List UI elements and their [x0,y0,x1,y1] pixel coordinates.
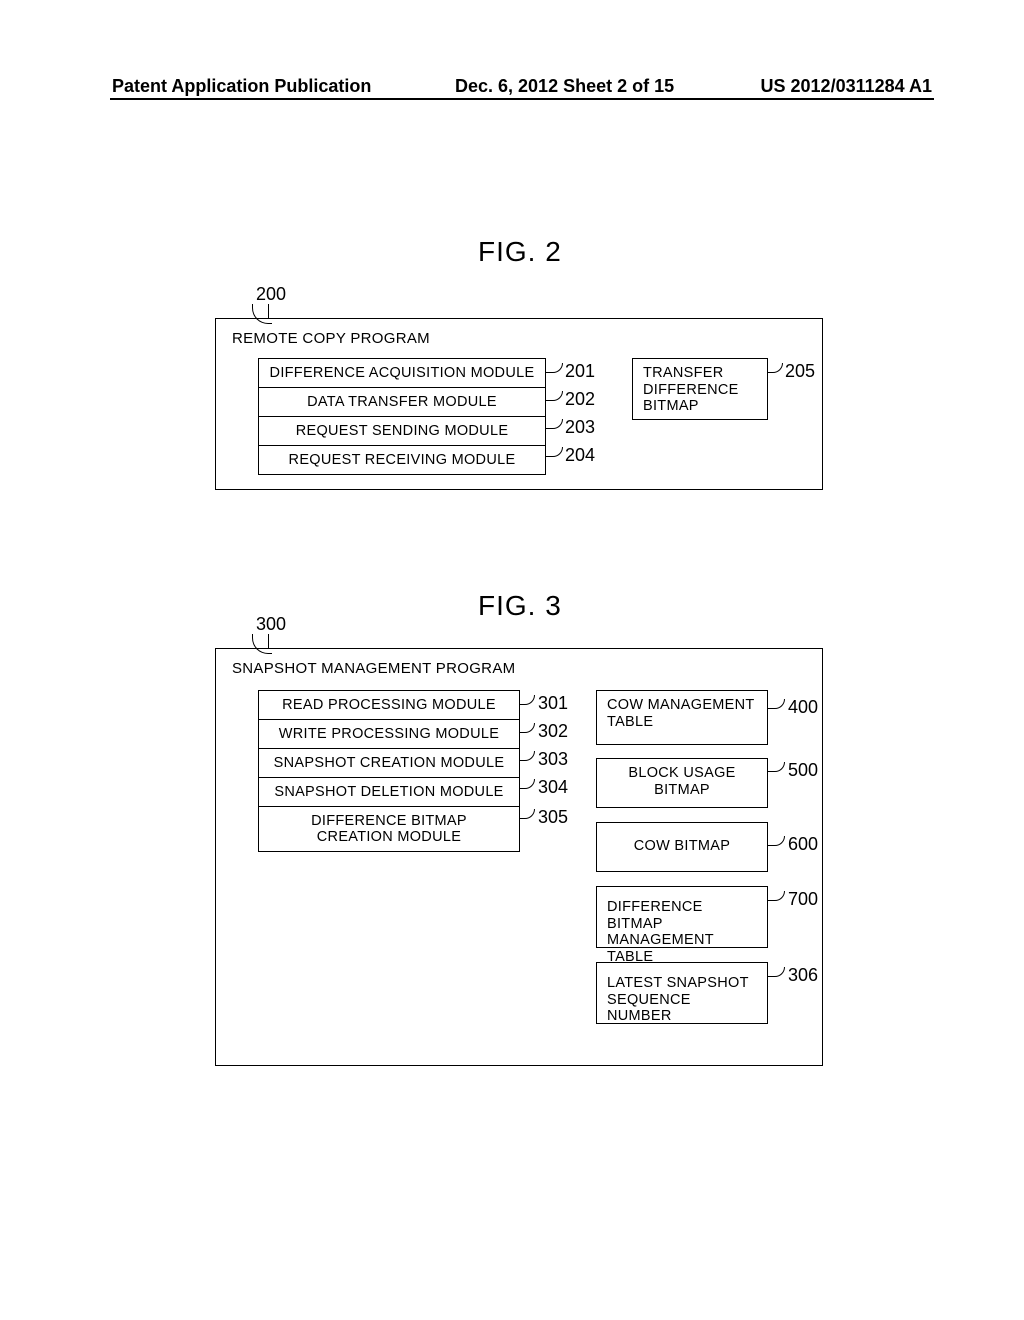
box-label: BLOCK USAGE BITMAP [597,759,767,804]
fig3-latest-snapshot-seq: LATEST SNAPSHOT SEQUENCE NUMBER [596,962,768,1024]
fig2-module-ref: 202 [565,389,595,410]
fig2-module-ref: 203 [565,417,595,438]
fig2-transfer-diff-bitmap: TRANSFER DIFFERENCE BITMAP [632,358,768,420]
fig2-module-ref: 204 [565,445,595,466]
fig3-block-usage-bitmap: BLOCK USAGE BITMAP [596,758,768,808]
fig3-diff-bitmap-mgmt: DIFFERENCE BITMAP MANAGEMENT TABLE [596,886,768,948]
fig2-module: REQUEST SENDING MODULE [259,416,545,445]
fig2-module-ref: 201 [565,361,595,382]
fig3-module: WRITE PROCESSING MODULE [259,719,519,748]
fig3-module: SNAPSHOT CREATION MODULE [259,748,519,777]
fig3-module-stack: READ PROCESSING MODULE WRITE PROCESSING … [258,690,520,852]
fig2-module-stack: DIFFERENCE ACQUISITION MODULE DATA TRANS… [258,358,546,475]
fig2-program-title: REMOTE COPY PROGRAM [232,330,430,347]
fig3-module: SNAPSHOT DELETION MODULE [259,777,519,806]
header-sheet: Dec. 6, 2012 Sheet 2 of 15 [455,76,674,97]
fig3-right-ref: 400 [788,697,818,718]
fig2-title: FIG. 2 [478,236,562,268]
fig3-module-ref: 304 [538,777,568,798]
fig2-module: DIFFERENCE ACQUISITION MODULE [259,359,545,387]
box-label: TRANSFER DIFFERENCE BITMAP [633,359,767,421]
fig3-cow-bitmap: COW BITMAP [596,822,768,872]
fig3-title: FIG. 3 [478,590,562,622]
fig2-program-ref: 200 [256,284,286,305]
fig2-module: REQUEST RECEIVING MODULE [259,445,545,474]
fig3-right-ref: 306 [788,965,818,986]
fig3-program-title: SNAPSHOT MANAGEMENT PROGRAM [232,660,515,677]
header-left: Patent Application Publication [112,76,371,97]
box-label: COW BITMAP [597,823,767,861]
fig3-module-ref: 305 [538,807,568,828]
box-label: LATEST SNAPSHOT SEQUENCE NUMBER [597,963,767,1031]
fig2-module: DATA TRANSFER MODULE [259,387,545,416]
box-label: COW MANAGEMENT TABLE [597,691,767,736]
fig3-module-ref: 303 [538,749,568,770]
fig3-right-ref: 500 [788,760,818,781]
fig3-cow-mgmt-table: COW MANAGEMENT TABLE [596,690,768,745]
fig3-module: READ PROCESSING MODULE [259,691,519,719]
fig3-module-ref: 301 [538,693,568,714]
fig3-module: DIFFERENCE BITMAP CREATION MODULE [259,806,519,851]
header-pubno: US 2012/0311284 A1 [761,76,932,97]
header-rule [110,98,934,100]
fig2-right-ref: 205 [785,361,815,382]
box-label: DIFFERENCE BITMAP MANAGEMENT TABLE [597,887,767,972]
fig3-right-ref: 700 [788,889,818,910]
fig3-module-ref: 302 [538,721,568,742]
fig3-right-ref: 600 [788,834,818,855]
fig3-program-ref: 300 [256,614,286,635]
